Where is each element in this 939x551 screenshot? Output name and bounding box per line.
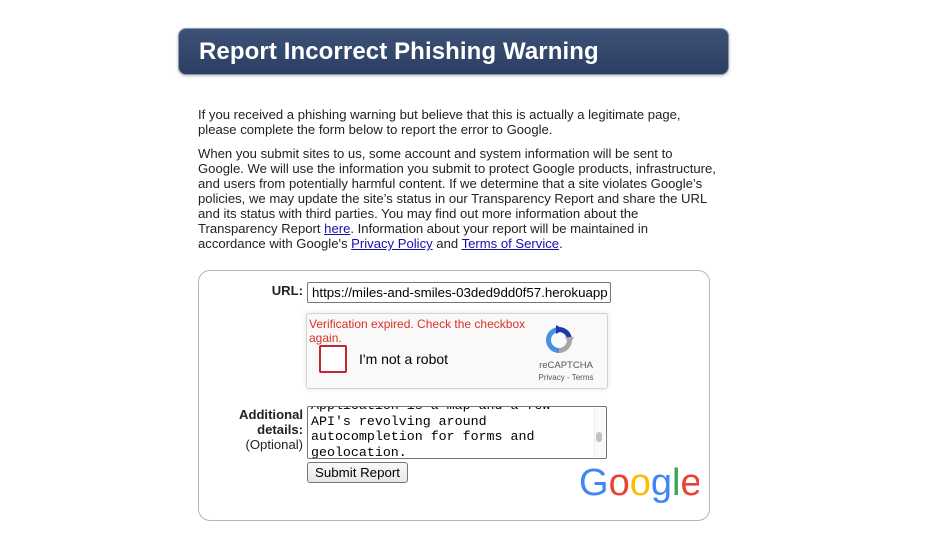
page-title: Report Incorrect Phishing Warning (199, 38, 599, 65)
recaptcha-terms-link[interactable]: Terms (572, 373, 594, 382)
intro-paragraph: If you received a phishing warning but b… (198, 107, 681, 137)
recaptcha-checkbox[interactable] (319, 345, 347, 373)
scrollbar-thumb[interactable] (596, 432, 602, 442)
details-label-line1: Additional (238, 407, 303, 422)
google-logo-text: Google (579, 462, 699, 503)
details-optional-label: (Optional) (245, 437, 304, 452)
google-logo: Google (579, 462, 699, 503)
recaptcha-links: Privacy - Terms (529, 373, 603, 382)
details-textarea[interactable]: Application is a map and a few API's rev… (307, 406, 607, 459)
recaptcha-label: I'm not a robot (359, 351, 449, 367)
recaptcha-error: Verification expired. Check the checkbox… (309, 317, 526, 345)
details-label-line2: details: (257, 422, 303, 437)
url-input[interactable]: https://miles-and-smiles-03ded9dd0f57.he… (307, 282, 611, 303)
recaptcha-logo-icon (546, 325, 574, 353)
details-label: Additional details: (Optional) (239, 407, 303, 452)
recaptcha-privacy-link[interactable]: Privacy (539, 373, 565, 382)
url-label: URL: (271, 283, 303, 298)
info-paragraph: When you submit sites to us, some accoun… (198, 146, 718, 251)
textarea-scrollbar[interactable] (594, 408, 605, 457)
details-text: Application is a map and a few API's rev… (311, 407, 550, 459)
end-period: . (559, 236, 563, 251)
recaptcha-separator: - (564, 373, 572, 382)
page-header: Report Incorrect Phishing Warning (178, 28, 729, 75)
privacy-policy-link[interactable]: Privacy Policy (351, 236, 433, 251)
report-form: URL: https://miles-and-smiles-03ded9dd0f… (198, 270, 710, 521)
transparency-report-link[interactable]: here (324, 221, 350, 236)
terms-of-service-link[interactable]: Terms of Service (462, 236, 560, 251)
and-text: and (432, 236, 462, 251)
recaptcha-brand: reCAPTCHA (539, 360, 593, 371)
recaptcha-widget: Verification expired. Check the checkbox… (306, 313, 608, 389)
submit-report-button[interactable]: Submit Report (307, 462, 408, 483)
